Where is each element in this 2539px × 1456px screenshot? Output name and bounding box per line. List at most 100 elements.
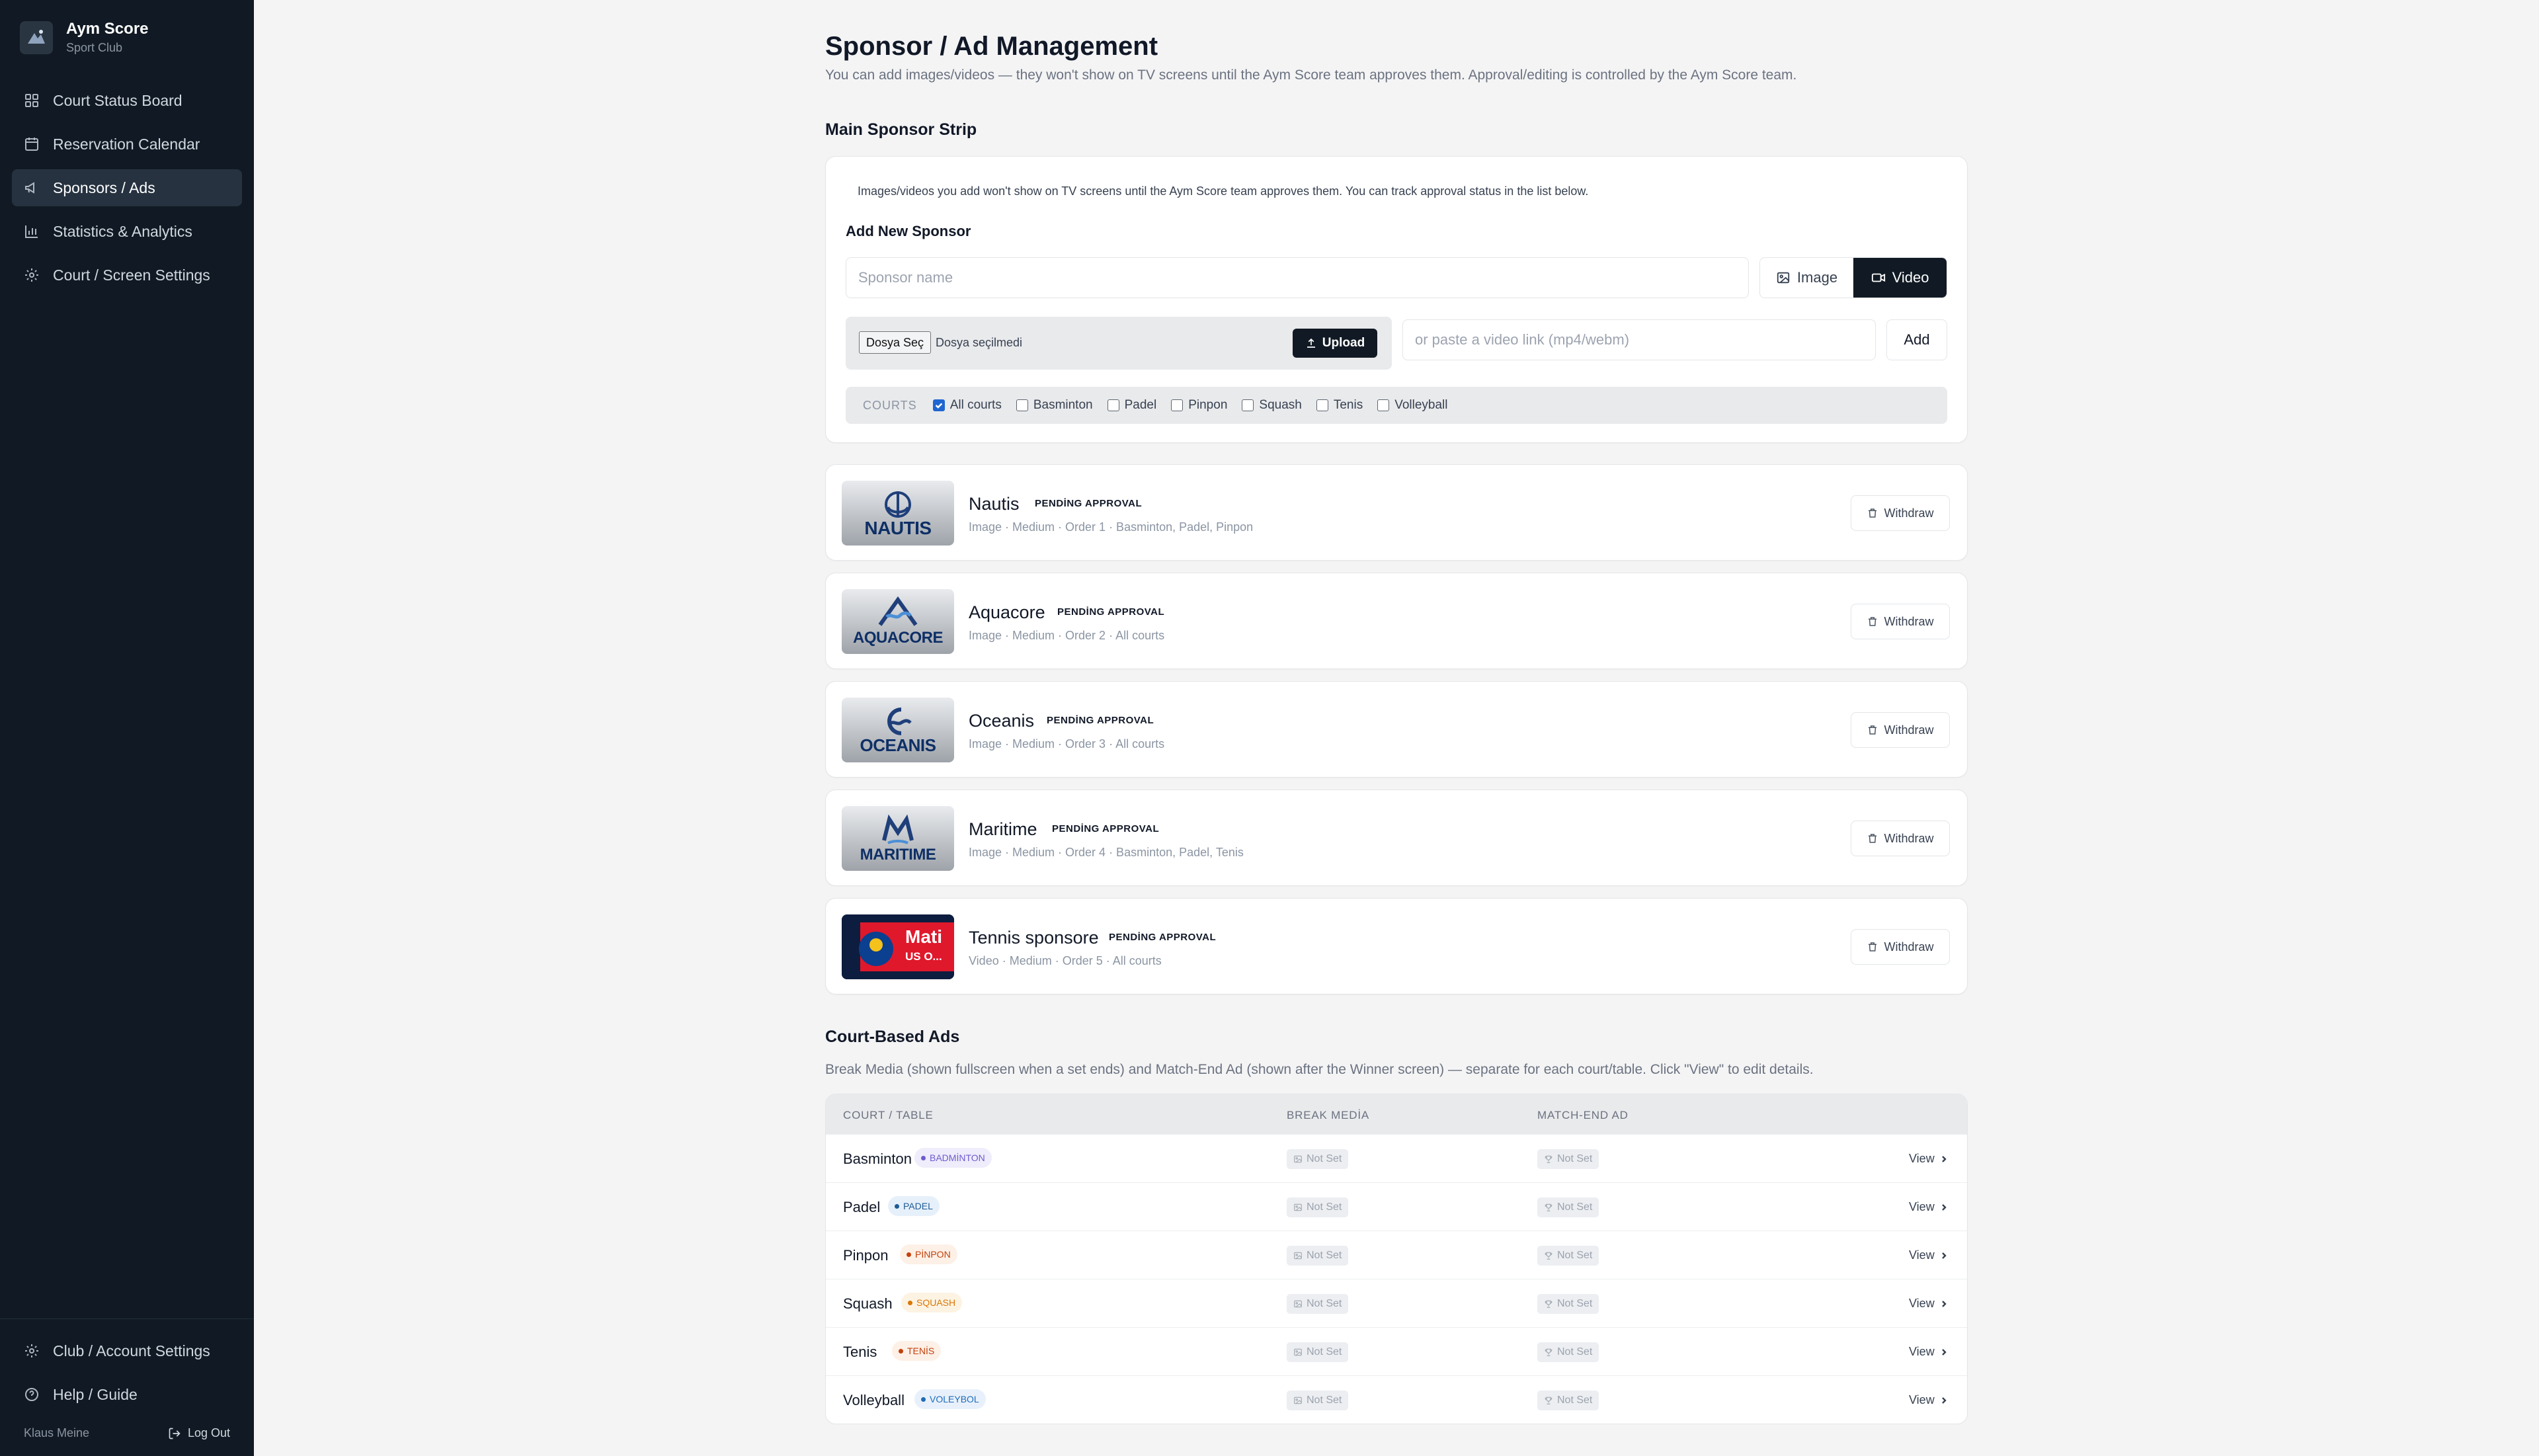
megaphone-icon	[25, 182, 34, 194]
approval-note: Images/videos you add won't show on TV s…	[858, 184, 1589, 198]
match-end-ad-status: Not Set	[1537, 1149, 1599, 1169]
column-header-match-end-ad: MATCH-END AD	[1537, 1109, 1629, 1121]
withdraw-button[interactable]: Withdraw	[1851, 929, 1950, 965]
sidebar-item-club-account-settings[interactable]: Club / Account Settings	[12, 1332, 242, 1369]
break-media-label: Not Set	[1307, 1298, 1342, 1309]
status-badge: PENDİNG APPROVAL	[1047, 715, 1154, 726]
court-checkbox-label: Pinpon	[1188, 398, 1228, 412]
sidebar-item-statistics[interactable]: Statistics & Analytics	[12, 213, 242, 250]
chevron-right-icon	[1941, 1252, 1947, 1259]
view-button[interactable]: View	[1909, 1248, 1948, 1262]
sponsor-meta: Image · Medium · Order 2 · All courts	[969, 629, 1165, 642]
view-button[interactable]: View	[1909, 1152, 1948, 1166]
sponsor-meta: Image · Medium · Order 4 · Basminton, Pa…	[969, 846, 1244, 859]
checkbox-icon	[1242, 399, 1254, 411]
sidebar-item-sponsors-ads[interactable]: Sponsors / Ads	[12, 169, 242, 206]
sidebar-item-label: Club / Account Settings	[53, 1342, 210, 1359]
sponsor-meta: Image · Medium · Order 3 · All courts	[969, 737, 1165, 750]
sidebar-item-label: Reservation Calendar	[53, 135, 200, 153]
video-link-input[interactable]: or paste a video link (mp4/webm)	[1402, 319, 1876, 360]
sport-tag: SQUASH	[901, 1293, 963, 1313]
break-media-label: Not Set	[1307, 1201, 1342, 1213]
view-button[interactable]: View	[1909, 1297, 1948, 1311]
match-end-ad-label: Not Set	[1557, 1250, 1593, 1261]
withdraw-button[interactable]: Withdraw	[1851, 495, 1950, 531]
trash-icon	[1869, 834, 1877, 843]
withdraw-button[interactable]: Withdraw	[1851, 604, 1950, 639]
column-header-break-media: BREAK MEDİA	[1287, 1109, 1369, 1121]
view-label: View	[1909, 1297, 1935, 1310]
image-icon	[1294, 1252, 1302, 1260]
video-thumbnail-title: Mati	[905, 926, 942, 947]
sidebar-item-help-guide[interactable]: Help / Guide	[12, 1376, 242, 1413]
sponsor-name-input[interactable]: Sponsor name	[846, 257, 1749, 298]
image-icon	[1294, 1155, 1302, 1163]
upload-label: Upload	[1322, 336, 1365, 350]
court-checkbox-tenis[interactable]: Tenis	[1316, 398, 1363, 413]
sport-tag-label: PİNPON	[915, 1249, 951, 1260]
add-sponsor-title: Add New Sponsor	[846, 223, 971, 239]
logout-label: Log Out	[187, 1426, 230, 1439]
withdraw-label: Withdraw	[1884, 506, 1934, 520]
view-button[interactable]: View	[1909, 1345, 1948, 1359]
break-media-label: Not Set	[1307, 1346, 1342, 1357]
trash-icon	[1869, 617, 1877, 626]
sponsor-name: Oceanis	[969, 711, 1035, 731]
sport-tag: PİNPON	[900, 1244, 957, 1264]
sidebar-nav: Court Status Board Reservation Calendar …	[12, 82, 242, 300]
sidebar: Aym Score Sport Club Court Status Board …	[0, 0, 254, 1456]
view-label: View	[1909, 1345, 1935, 1358]
sponsor-video-thumbnail: Mati US O...	[842, 914, 954, 979]
sidebar-item-court-status-board[interactable]: Court Status Board	[12, 82, 242, 119]
image-type-button[interactable]: Image	[1760, 258, 1853, 298]
sponsor-card-aquacore: AQUACORE Aquacore PENDİNG APPROVAL Image…	[825, 573, 1968, 669]
court-checkbox-padel[interactable]: Padel	[1107, 398, 1156, 413]
image-icon	[1294, 1348, 1302, 1356]
logout-button[interactable]: Log Out	[168, 1426, 230, 1440]
video-type-button[interactable]: Video	[1853, 258, 1947, 298]
chevron-right-icon	[1941, 1300, 1947, 1307]
upload-button[interactable]: Upload	[1293, 329, 1377, 358]
view-button[interactable]: View	[1909, 1200, 1948, 1214]
checkbox-icon	[1316, 399, 1328, 411]
court-checkbox-label: All courts	[949, 398, 1002, 412]
sidebar-item-label: Court / Screen Settings	[53, 266, 210, 284]
view-button[interactable]: View	[1909, 1393, 1948, 1407]
match-end-ad-label: Not Set	[1557, 1153, 1593, 1164]
bar-chart-icon	[25, 225, 38, 238]
withdraw-button[interactable]: Withdraw	[1851, 821, 1950, 856]
view-label: View	[1909, 1393, 1935, 1406]
withdraw-button[interactable]: Withdraw	[1851, 712, 1950, 748]
courts-filter: COURTS All courts Basminton Padel Pinpon…	[846, 387, 1947, 424]
break-media-label: Not Set	[1307, 1250, 1342, 1261]
court-checkbox-label: Volleyball	[1394, 398, 1448, 412]
sidebar-item-reservation-calendar[interactable]: Reservation Calendar	[12, 126, 242, 163]
add-sponsor-card: Images/videos you add won't show on TV s…	[825, 156, 1968, 443]
court-checkbox-all[interactable]: All courts	[932, 398, 1002, 413]
status-badge: PENDİNG APPROVAL	[1052, 823, 1160, 834]
sport-tag: TENİS	[892, 1341, 942, 1361]
view-label: View	[1909, 1248, 1935, 1262]
sidebar-item-court-screen-settings[interactable]: Court / Screen Settings	[12, 257, 242, 294]
court-checkbox-pinpon[interactable]: Pinpon	[1171, 398, 1227, 413]
grid-icon	[25, 94, 38, 107]
image-icon	[1294, 1203, 1302, 1211]
brand[interactable]: Aym Score Sport Club	[20, 20, 149, 55]
court-checkbox-volleyball[interactable]: Volleyball	[1377, 398, 1447, 413]
sponsor-meta: Video · Medium · Order 5 · All courts	[969, 954, 1162, 967]
trash-icon	[1869, 725, 1877, 735]
break-media-status: Not Set	[1287, 1294, 1349, 1314]
match-end-ad-status: Not Set	[1537, 1342, 1599, 1362]
match-end-ad-status: Not Set	[1537, 1391, 1599, 1410]
sponsor-card-nautis: NAUTIS Nautis PENDİNG APPROVAL Image · M…	[825, 464, 1968, 561]
court-ads-table: COURT / TABLE BREAK MEDİA MATCH-END AD B…	[825, 1094, 1968, 1424]
tag-dot	[908, 1300, 912, 1305]
break-media-status: Not Set	[1287, 1246, 1349, 1266]
sponsor-meta: Image · Medium · Order 1 · Basminton, Pa…	[969, 520, 1254, 534]
sponsor-name: Aquacore	[969, 602, 1045, 622]
choose-file-button[interactable]: Dosya Seç	[859, 331, 932, 354]
court-checkbox-squash[interactable]: Squash	[1242, 398, 1302, 413]
add-button[interactable]: Add	[1886, 319, 1947, 360]
court-checkbox-basminton[interactable]: Basminton	[1016, 398, 1093, 413]
match-end-ad-label: Not Set	[1557, 1298, 1593, 1309]
